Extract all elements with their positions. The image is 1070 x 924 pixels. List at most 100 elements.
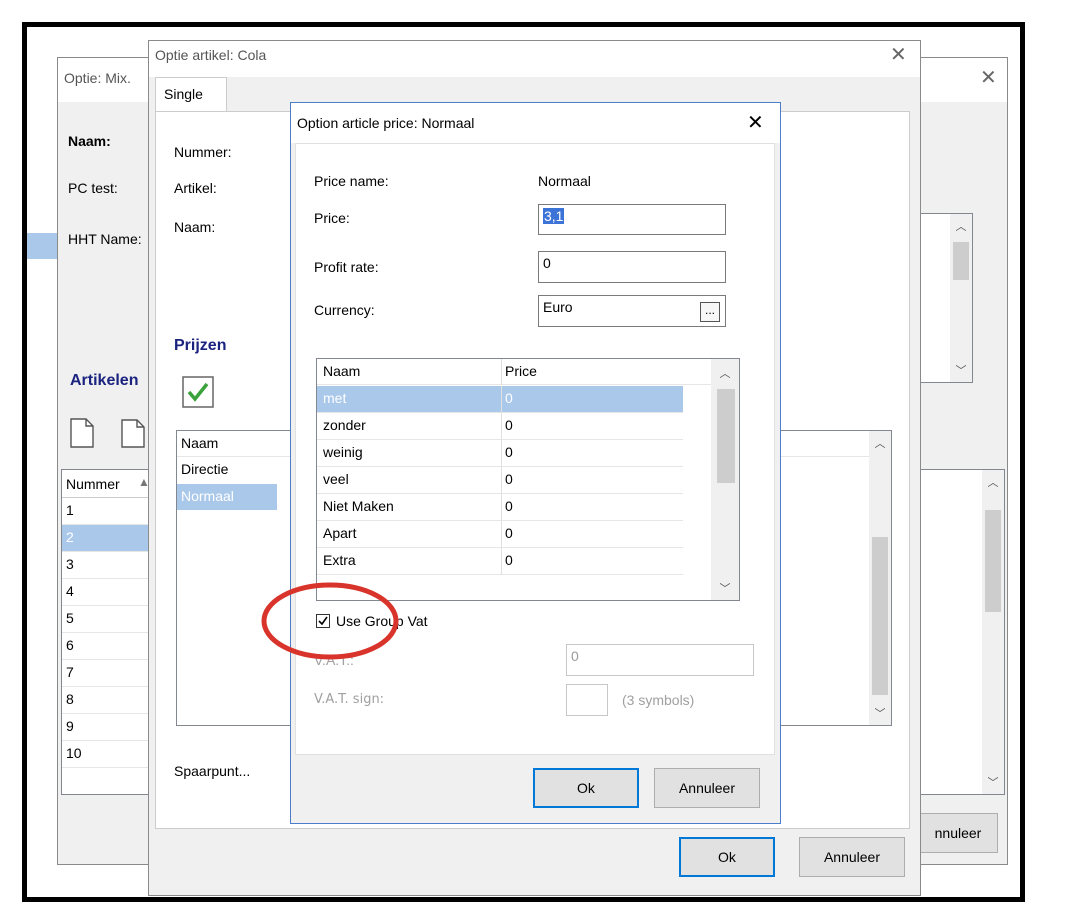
column-header-naam: Naam — [323, 363, 361, 379]
option-name: Apart — [323, 525, 357, 541]
chevron-down-icon[interactable]: ﹀ — [982, 774, 1004, 790]
vat-sign-input[interactable] — [566, 684, 608, 716]
table-row[interactable]: 1 — [62, 498, 160, 525]
chevron-down-icon[interactable]: ﹀ — [950, 362, 972, 378]
dialog-cancel-button[interactable]: Annuleer — [654, 768, 760, 808]
option-price: 0 — [505, 444, 513, 460]
price-list-scrollbar[interactable]: ︿ ﹀ — [869, 431, 891, 725]
dialog-ok-button[interactable]: Ok — [533, 768, 639, 808]
currency-browse-button[interactable]: ... — [700, 302, 720, 322]
scroll-thumb[interactable] — [985, 510, 1001, 612]
table-row[interactable]: 2 — [62, 525, 160, 552]
price-name-label: Price name: — [314, 173, 389, 189]
column-divider — [501, 359, 502, 385]
table-row[interactable]: 8 — [62, 687, 160, 714]
option-table-scrollbar[interactable]: ︿ ﹀ — [711, 359, 739, 600]
table-row[interactable]: Apart 0 — [317, 521, 683, 548]
chevron-down-icon[interactable]: ﹀ — [869, 705, 891, 721]
table-row[interactable]: 7 — [62, 660, 160, 687]
option-price: 0 — [505, 417, 513, 433]
background-grid — [27, 27, 57, 897]
close-icon[interactable]: ✕ — [890, 45, 907, 65]
option-name: met — [323, 390, 347, 406]
price-name-value: Normaal — [538, 173, 591, 189]
copy-document-icon[interactable] — [118, 418, 148, 451]
vat-sign-label: V.A.T. sign: — [314, 692, 385, 707]
row-number: 9 — [66, 718, 74, 734]
column-divider — [501, 521, 502, 548]
close-icon[interactable]: ✕ — [980, 68, 997, 88]
price-list-column-naam: Naam — [181, 435, 219, 451]
mid-ok-button[interactable]: Ok — [679, 837, 775, 877]
checkmark-icon[interactable] — [182, 376, 214, 411]
spaarpunt-label[interactable]: Spaarpunt... — [174, 763, 250, 779]
option-name: Extra — [323, 552, 356, 568]
prijzen-heading: Prijzen — [174, 337, 227, 354]
chevron-up-icon[interactable]: ︿ — [950, 218, 972, 234]
option-price-dialog: Option article price: Normaal ✕ Price na… — [290, 102, 781, 824]
currency-field[interactable]: Euro — [538, 295, 726, 327]
price-input[interactable]: 3,1 — [538, 204, 726, 235]
row-number: 1 — [66, 502, 74, 518]
option-price: 0 — [505, 525, 513, 541]
artikelen-heading: Artikelen — [70, 372, 139, 389]
option-table-header[interactable]: Naam Price — [317, 359, 739, 385]
new-document-icon[interactable] — [68, 418, 96, 451]
row-number: 10 — [66, 745, 82, 761]
row-number: 3 — [66, 556, 74, 572]
back-articles-table[interactable]: Nummer ▲ 1 2 3 4 5 6 7 8 9 10 — [61, 469, 161, 795]
scroll-thumb[interactable] — [717, 389, 735, 483]
scroll-thumb[interactable] — [953, 242, 969, 280]
back-hht-name-label: HHT Name: — [68, 231, 142, 247]
table-row[interactable]: 3 — [62, 552, 160, 579]
back-window-title: Optie: Mix. — [64, 70, 131, 86]
scroll-thumb[interactable] — [872, 537, 888, 695]
tab-single[interactable]: Single — [155, 77, 227, 112]
artikel-label: Artikel: — [174, 180, 217, 196]
back-naam-label: Naam: — [68, 133, 111, 149]
list-item[interactable]: Directie — [177, 457, 277, 483]
profit-rate-label: Profit rate: — [314, 259, 379, 275]
close-icon[interactable]: ✕ — [747, 113, 764, 133]
table-row[interactable]: 10 — [62, 741, 160, 768]
vat-input[interactable]: 0 — [566, 644, 754, 676]
mid-window-titlebar: Optie artikel: Cola ✕ — [149, 41, 920, 77]
column-divider — [501, 440, 502, 467]
table-row[interactable]: weinig 0 — [317, 440, 683, 467]
option-name: Niet Maken — [323, 498, 394, 514]
option-price-table[interactable]: Naam Price met 0 zonder 0 weinig 0 veel 0 Niet M… — [316, 358, 740, 601]
chevron-down-icon[interactable]: ﹀ — [711, 580, 739, 596]
table-row[interactable]: Niet Maken 0 — [317, 494, 683, 521]
column-divider — [501, 413, 502, 440]
back-cancel-button[interactable]: nnuleer — [918, 813, 998, 853]
table-row[interactable]: 5 — [62, 606, 160, 633]
back-articles-right-area[interactable]: ︿ ﹀ — [908, 469, 1005, 795]
table-row[interactable]: veel 0 — [317, 467, 683, 494]
table-row[interactable]: zonder 0 — [317, 413, 683, 440]
table-row[interactable]: Extra 0 — [317, 548, 683, 575]
profit-rate-input[interactable]: 0 — [538, 251, 726, 283]
option-price: 0 — [505, 498, 513, 514]
row-number: 4 — [66, 583, 74, 599]
chevron-up-icon[interactable]: ︿ — [869, 435, 891, 451]
column-header-nummer: Nummer — [66, 476, 120, 492]
chevron-up-icon[interactable]: ︿ — [711, 365, 739, 381]
background-selection — [27, 233, 57, 259]
table-row[interactable]: 9 — [62, 714, 160, 741]
table-header[interactable]: Nummer ▲ — [62, 470, 160, 498]
table-row[interactable]: 4 — [62, 579, 160, 606]
mid-cancel-button[interactable]: Annuleer — [799, 837, 905, 877]
table-row[interactable]: met 0 — [317, 386, 683, 413]
chevron-up-icon[interactable]: ︿ — [982, 474, 1004, 490]
column-divider — [501, 467, 502, 494]
column-divider — [501, 386, 502, 413]
back-hht-scrollbar[interactable]: ︿ ﹀ — [950, 214, 972, 382]
back-pc-test-label: PC test: — [68, 180, 118, 196]
option-price: 0 — [505, 390, 513, 406]
column-divider — [501, 548, 502, 575]
table-row[interactable]: 6 — [62, 633, 160, 660]
price-label: Price: — [314, 210, 350, 226]
list-item[interactable]: Normaal — [177, 484, 277, 510]
back-table-scrollbar[interactable]: ︿ ﹀ — [982, 470, 1004, 794]
price-input-value: 3,1 — [543, 208, 565, 224]
